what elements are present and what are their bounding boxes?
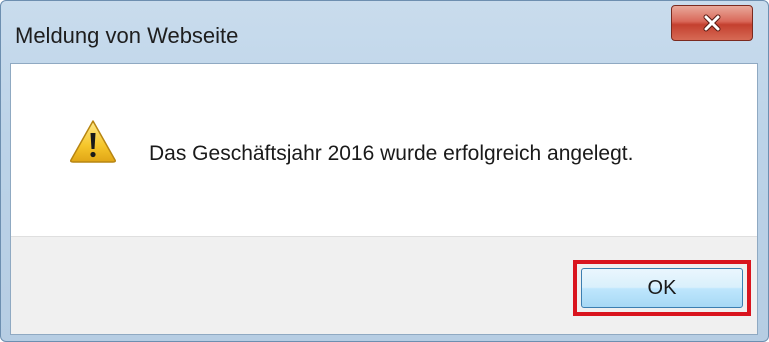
- dialog-body: Das Geschäftsjahr 2016 wurde erfolgreich…: [10, 63, 758, 335]
- close-button[interactable]: [671, 5, 753, 41]
- message-dialog-window: Meldung von Webseite Das Geschäftsjahr 2…: [0, 0, 769, 342]
- close-icon: [703, 14, 721, 32]
- ok-button[interactable]: OK: [581, 268, 743, 308]
- warning-icon: [70, 120, 116, 163]
- title-bar[interactable]: Meldung von Webseite: [1, 1, 768, 63]
- window-title: Meldung von Webseite: [15, 23, 239, 48]
- message-text: Das Geschäftsjahr 2016 wurde erfolgreich…: [149, 142, 634, 165]
- message-area: Das Geschäftsjahr 2016 wurde erfolgreich…: [11, 64, 757, 236]
- button-bar: OK: [11, 236, 757, 334]
